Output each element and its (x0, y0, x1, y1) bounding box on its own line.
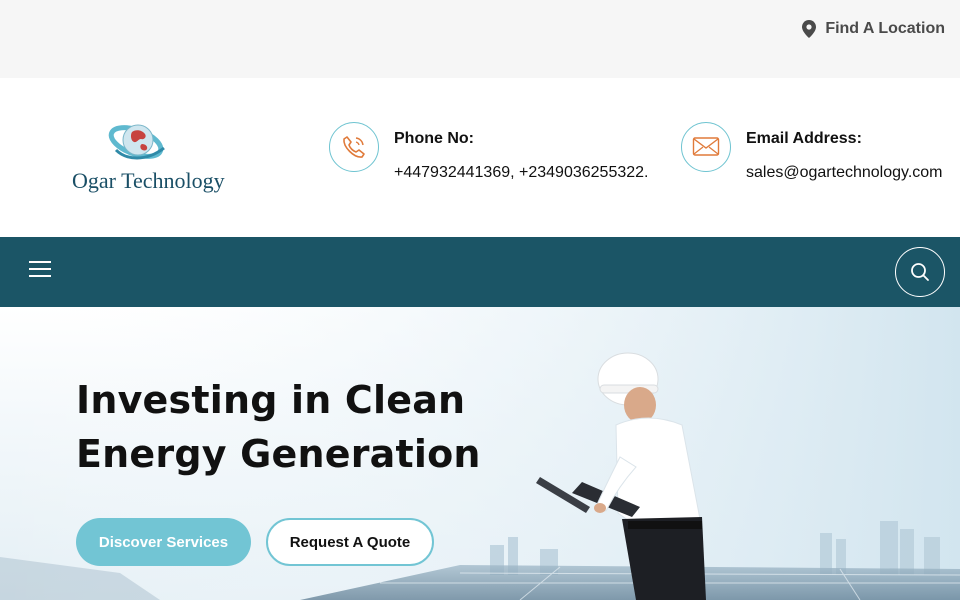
phone-label: Phone No: (394, 130, 474, 147)
hero-section: Investing in Clean Energy Generation Dis… (0, 307, 960, 600)
email-address[interactable]: sales@ogartechnology.com (746, 164, 943, 182)
request-quote-button[interactable]: Request A Quote (266, 518, 434, 566)
hero-title-line-1: Investing in Clean (76, 378, 466, 422)
top-bar: Find A Location (0, 0, 960, 78)
envelope-icon (692, 137, 720, 156)
hamburger-menu-icon[interactable] (29, 259, 51, 277)
phone-contact: Phone No: +447932441369, +2349036255322. (329, 122, 648, 182)
main-nav-bar (0, 237, 960, 307)
search-button[interactable] (895, 247, 945, 297)
email-label: Email Address: (746, 130, 862, 147)
globe-logo-icon (108, 124, 165, 160)
map-pin-icon (802, 20, 817, 38)
hero-title-line-2: Energy Generation (76, 432, 481, 476)
discover-services-button[interactable]: Discover Services (76, 518, 251, 566)
phone-numbers[interactable]: +447932441369, +2349036255322. (394, 164, 648, 182)
logo-text: Ogar Technology (72, 168, 225, 193)
search-icon (911, 263, 929, 281)
find-location-link[interactable]: Find A Location (802, 20, 945, 38)
phone-icon-circle (329, 122, 379, 172)
site-header: Ogar Technology Phone No: +447932441369,… (0, 78, 960, 237)
phone-icon (343, 136, 365, 158)
find-location-label: Find A Location (825, 20, 945, 37)
email-contact: Email Address: sales@ogartechnology.com (681, 122, 943, 182)
hero-title: Investing in Clean Energy Generation (76, 373, 481, 481)
logo[interactable]: Ogar Technology (70, 120, 230, 194)
envelope-icon-circle (681, 122, 731, 172)
